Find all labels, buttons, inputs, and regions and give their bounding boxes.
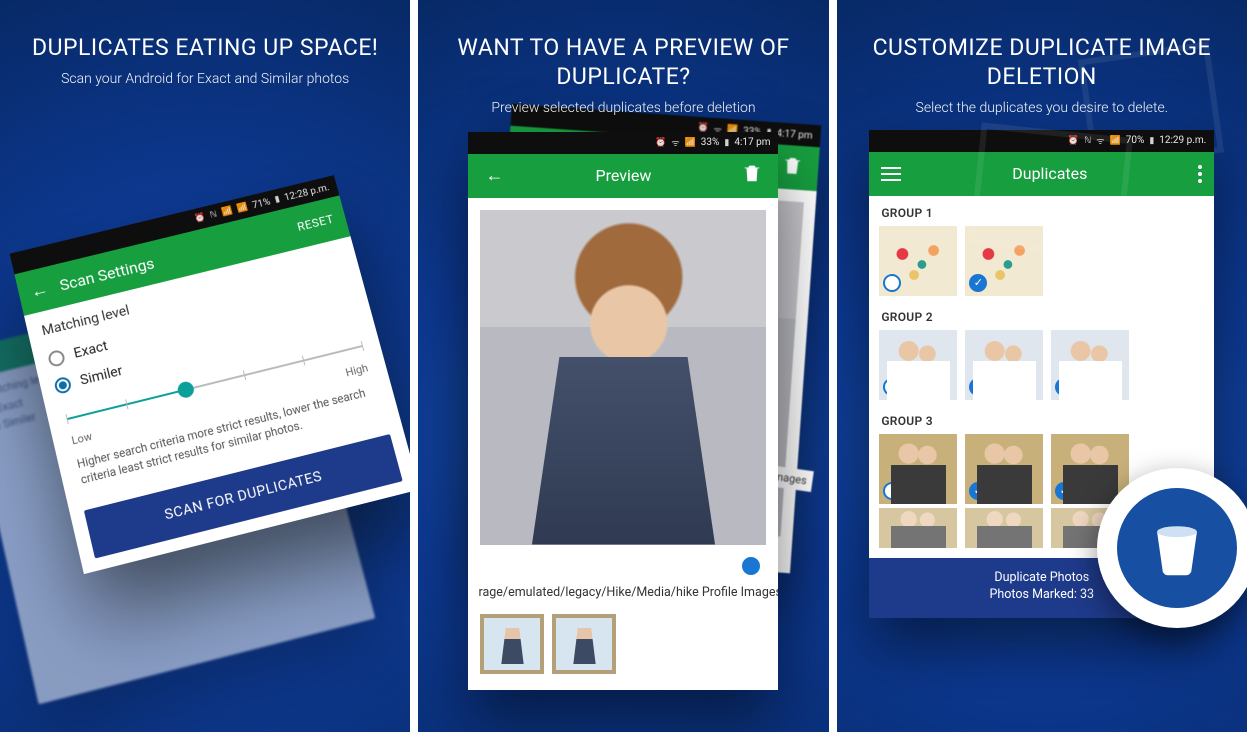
file-path: rage/emulated/legacy/Hike/Media/hike Pro… bbox=[468, 581, 778, 610]
delete-fab-inner bbox=[1117, 488, 1237, 608]
nfc-icon: ℕ bbox=[209, 209, 218, 220]
radio-exact-label: Exact bbox=[72, 338, 109, 362]
panel2-heading: WANT TO HAVE A PREVIEW OF DUPLICATE? bbox=[438, 34, 808, 92]
photo-thumbnail[interactable] bbox=[965, 508, 1043, 548]
preview-appbar: ← Preview bbox=[468, 154, 778, 198]
check-icon[interactable] bbox=[883, 482, 901, 500]
photo-thumbnail[interactable]: ✓ bbox=[965, 434, 1043, 504]
panel-duplicates: CUSTOMIZE DUPLICATE IMAGE DELETION Selec… bbox=[837, 0, 1247, 732]
signal-icon: 📶 bbox=[236, 202, 249, 214]
preview-thumbnail[interactable] bbox=[480, 614, 544, 674]
panel3-stage: ⏰ ℕ ᯤ 📶 70% ▮ 12:29 p.m. Duplicates GROU… bbox=[837, 130, 1247, 618]
preview-thumb-row bbox=[468, 610, 778, 690]
trash-icon[interactable] bbox=[738, 162, 766, 189]
trash-bucket-icon bbox=[1148, 519, 1206, 577]
group-2-label: GROUP 2 bbox=[869, 300, 1214, 330]
status-time-ghost: 4:17 pm bbox=[777, 127, 814, 140]
overflow-menu-icon[interactable] bbox=[1198, 165, 1202, 183]
duplicates-appbar: Duplicates bbox=[869, 152, 1214, 196]
wifi-icon: ᯤ bbox=[671, 136, 679, 149]
selection-dot[interactable] bbox=[742, 557, 760, 575]
panel3-subheading: Select the duplicates you desire to dele… bbox=[857, 100, 1227, 116]
wifi-icon: 📶 bbox=[221, 206, 234, 218]
alarm-icon: ⏰ bbox=[1068, 136, 1079, 146]
group-1-grid: ✓ bbox=[869, 226, 1214, 300]
radio-exact-icon bbox=[47, 348, 66, 367]
preview-thumbnail[interactable] bbox=[552, 614, 616, 674]
photo-thumbnail[interactable] bbox=[879, 434, 957, 504]
panel1-heading: DUPLICATES EATING UP SPACE! bbox=[20, 34, 390, 63]
reset-button[interactable]: RESET bbox=[296, 212, 336, 234]
check-icon[interactable]: ✓ bbox=[1055, 378, 1073, 396]
trash-icon[interactable] bbox=[778, 152, 808, 181]
signal-icon: 📶 bbox=[1110, 136, 1121, 146]
battery-icon: ▮ bbox=[1149, 136, 1154, 146]
check-icon[interactable] bbox=[883, 274, 901, 292]
battery-icon: ▮ bbox=[724, 138, 729, 148]
slider-knob[interactable] bbox=[176, 380, 195, 399]
panel3-heading: CUSTOMIZE DUPLICATE IMAGE DELETION bbox=[857, 34, 1227, 92]
photo-thumbnail[interactable] bbox=[879, 226, 957, 296]
panel2-stage: ⏰ ᯤ 📶 33% ▮ 4:17 pm ← Preview mages ⏰ bbox=[418, 132, 828, 690]
group-3-label: GROUP 3 bbox=[869, 404, 1214, 434]
photo-thumbnail[interactable]: ✓ bbox=[965, 226, 1043, 296]
panel2-subheading: Preview selected duplicates before delet… bbox=[438, 100, 808, 116]
check-icon[interactable]: ✓ bbox=[1055, 482, 1073, 500]
group-1-label: GROUP 1 bbox=[869, 196, 1214, 226]
radio-similar-label: Similer bbox=[79, 363, 125, 389]
battery-icon: ▮ bbox=[274, 194, 281, 204]
check-icon[interactable]: ✓ bbox=[969, 378, 987, 396]
nfc-icon: ℕ bbox=[1084, 136, 1091, 146]
check-icon[interactable] bbox=[883, 378, 901, 396]
signal-icon: 📶 bbox=[685, 138, 696, 148]
radio-similar-icon bbox=[53, 375, 72, 394]
android-status-bar: ⏰ ℕ ᯤ 📶 70% ▮ 12:29 p.m. bbox=[869, 130, 1214, 152]
status-time: 4:17 pm bbox=[734, 137, 770, 148]
battery-text: 71% bbox=[251, 196, 271, 210]
preview-card: ⏰ ᯤ 📶 33% ▮ 4:17 pm ← Preview rage/emula… bbox=[468, 132, 778, 690]
photo-thumbnail[interactable] bbox=[879, 330, 957, 400]
back-arrow-icon[interactable]: ← bbox=[29, 278, 51, 302]
panel1-stage: Matching level ○ Exact ◉ Similer ⏰ ℕ 📶 📶… bbox=[0, 0, 410, 732]
alarm-icon: ⏰ bbox=[194, 212, 207, 224]
photo-thumbnail[interactable]: ✓ bbox=[1051, 330, 1129, 400]
panel-scan-settings: DUPLICATES EATING UP SPACE! Scan your An… bbox=[0, 0, 410, 732]
wifi-icon: ᯤ bbox=[1096, 134, 1104, 147]
preview-image[interactable] bbox=[480, 210, 766, 545]
status-time: 12:29 p.m. bbox=[1159, 135, 1206, 146]
check-icon[interactable]: ✓ bbox=[969, 482, 987, 500]
android-status-bar: ⏰ ᯤ 📶 33% ▮ 4:17 pm bbox=[468, 132, 778, 154]
alarm-icon: ⏰ bbox=[655, 138, 666, 148]
back-arrow-icon[interactable]: ← bbox=[480, 165, 508, 186]
battery-text: 70% bbox=[1126, 135, 1145, 146]
group-2-grid: ✓ ✓ bbox=[869, 330, 1214, 404]
menu-icon[interactable] bbox=[881, 167, 901, 181]
photo-thumbnail[interactable]: ✓ bbox=[965, 330, 1043, 400]
battery-text: 33% bbox=[701, 137, 720, 148]
scan-settings-card: ⏰ ℕ 📶 📶 71% ▮ 12:28 p.m. ← Scan Settings… bbox=[10, 175, 411, 574]
delete-fab[interactable] bbox=[1097, 468, 1247, 628]
check-icon[interactable]: ✓ bbox=[969, 274, 987, 292]
panel-preview: WANT TO HAVE A PREVIEW OF DUPLICATE? Pre… bbox=[418, 0, 828, 732]
panel3-heading-block: CUSTOMIZE DUPLICATE IMAGE DELETION Selec… bbox=[837, 0, 1247, 126]
appbar-title: Preview bbox=[508, 166, 738, 185]
appbar-title: Duplicates bbox=[1012, 164, 1087, 183]
panel1-heading-block: DUPLICATES EATING UP SPACE! Scan your An… bbox=[0, 0, 410, 97]
photo-thumbnail[interactable] bbox=[879, 508, 957, 548]
panel1-subheading: Scan your Android for Exact and Similar … bbox=[20, 71, 390, 87]
panel2-heading-block: WANT TO HAVE A PREVIEW OF DUPLICATE? Pre… bbox=[418, 0, 828, 126]
